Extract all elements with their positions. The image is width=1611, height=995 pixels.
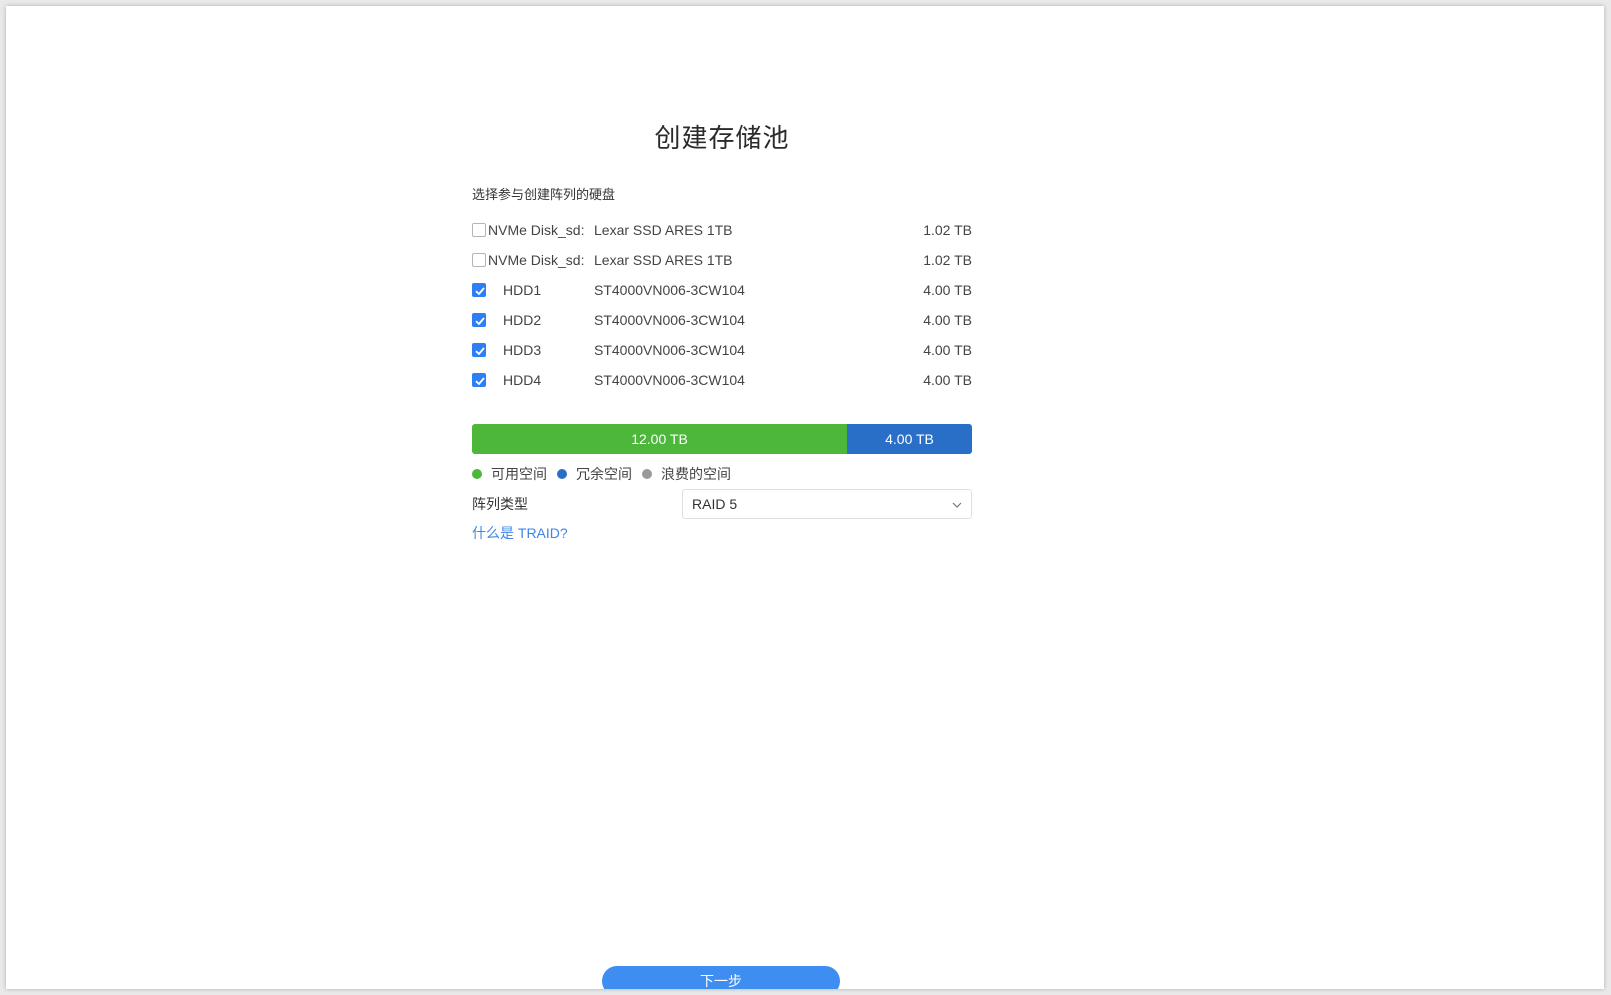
available-dot-icon xyxy=(472,469,482,479)
disk-name: HDD1 xyxy=(503,282,542,298)
legend-label: 可用空间 xyxy=(491,466,547,482)
disk-size: 4.00 TB xyxy=(923,342,972,358)
checkmark-icon xyxy=(475,317,485,326)
disk-row[interactable]: HDD2 ST4000VN006-3CW104 4.00 TB xyxy=(472,305,972,335)
dialog-window: 创建存储池 选择参与创建阵列的硬盘 NVMe Disk_sd: Lexar SS… xyxy=(6,6,1604,989)
disk-size: 4.00 TB xyxy=(923,312,972,328)
disk-checkbox[interactable] xyxy=(472,283,486,297)
disk-model: ST4000VN006-3CW104 xyxy=(594,372,745,388)
disk-model: ST4000VN006-3CW104 xyxy=(594,312,745,328)
what-is-traid-link[interactable]: 什么是 TRAID? xyxy=(472,523,568,543)
chevron-down-icon xyxy=(952,502,962,508)
disk-size: 1.02 TB xyxy=(923,222,972,238)
disk-row[interactable]: HDD4 ST4000VN006-3CW104 4.00 TB xyxy=(472,365,972,395)
disk-checkbox[interactable] xyxy=(472,313,486,327)
disk-name: HDD2 xyxy=(503,312,542,328)
next-step-button[interactable]: 下一步 xyxy=(602,966,840,989)
checkmark-icon xyxy=(475,287,485,296)
legend-redundant: 冗余空间 xyxy=(557,464,632,484)
disk-size: 4.00 TB xyxy=(923,282,972,298)
redundant-dot-icon xyxy=(557,469,567,479)
wasted-dot-icon xyxy=(642,469,652,479)
disk-name: NVMe Disk_sd: xyxy=(488,252,584,268)
disk-model: Lexar SSD ARES 1TB xyxy=(594,222,733,238)
raid-type-label: 阵列类型 xyxy=(472,496,528,512)
disk-model: Lexar SSD ARES 1TB xyxy=(594,252,733,268)
disk-name: HDD3 xyxy=(503,342,542,358)
disk-name: NVMe Disk_sd: xyxy=(488,222,584,238)
disk-model: ST4000VN006-3CW104 xyxy=(594,282,745,298)
disk-checkbox[interactable] xyxy=(472,253,486,267)
capacity-legend: 可用空间 冗余空间 浪费的空间 xyxy=(472,464,741,484)
raid-type-select[interactable]: RAID 5 xyxy=(682,489,972,519)
disk-row[interactable]: HDD1 ST4000VN006-3CW104 4.00 TB xyxy=(472,275,972,305)
legend-label: 冗余空间 xyxy=(576,466,632,482)
disk-model: ST4000VN006-3CW104 xyxy=(594,342,745,358)
disk-row[interactable]: NVMe Disk_sd: Lexar SSD ARES 1TB 1.02 TB xyxy=(472,215,972,245)
checkmark-icon xyxy=(475,377,485,386)
disk-checkbox[interactable] xyxy=(472,343,486,357)
disk-list: NVMe Disk_sd: Lexar SSD ARES 1TB 1.02 TB… xyxy=(472,215,972,395)
legend-wasted: 浪费的空间 xyxy=(642,464,731,484)
redundant-space-segment: 4.00 TB xyxy=(847,424,972,454)
disk-size: 1.02 TB xyxy=(923,252,972,268)
legend-available: 可用空间 xyxy=(472,464,547,484)
disk-size: 4.00 TB xyxy=(923,372,972,388)
disk-name: HDD4 xyxy=(503,372,542,388)
available-space-segment: 12.00 TB xyxy=(472,424,847,454)
disk-row[interactable]: HDD3 ST4000VN006-3CW104 4.00 TB xyxy=(472,335,972,365)
disk-checkbox[interactable] xyxy=(472,223,486,237)
page-title: 创建存储池 xyxy=(654,123,790,153)
checkmark-icon xyxy=(475,347,485,356)
raid-type-value: RAID 5 xyxy=(692,496,738,512)
disk-select-heading: 选择参与创建阵列的硬盘 xyxy=(472,187,616,202)
legend-label: 浪费的空间 xyxy=(661,466,731,482)
capacity-bar: 12.00 TB 4.00 TB xyxy=(472,424,972,454)
disk-checkbox[interactable] xyxy=(472,373,486,387)
disk-row[interactable]: NVMe Disk_sd: Lexar SSD ARES 1TB 1.02 TB xyxy=(472,245,972,275)
